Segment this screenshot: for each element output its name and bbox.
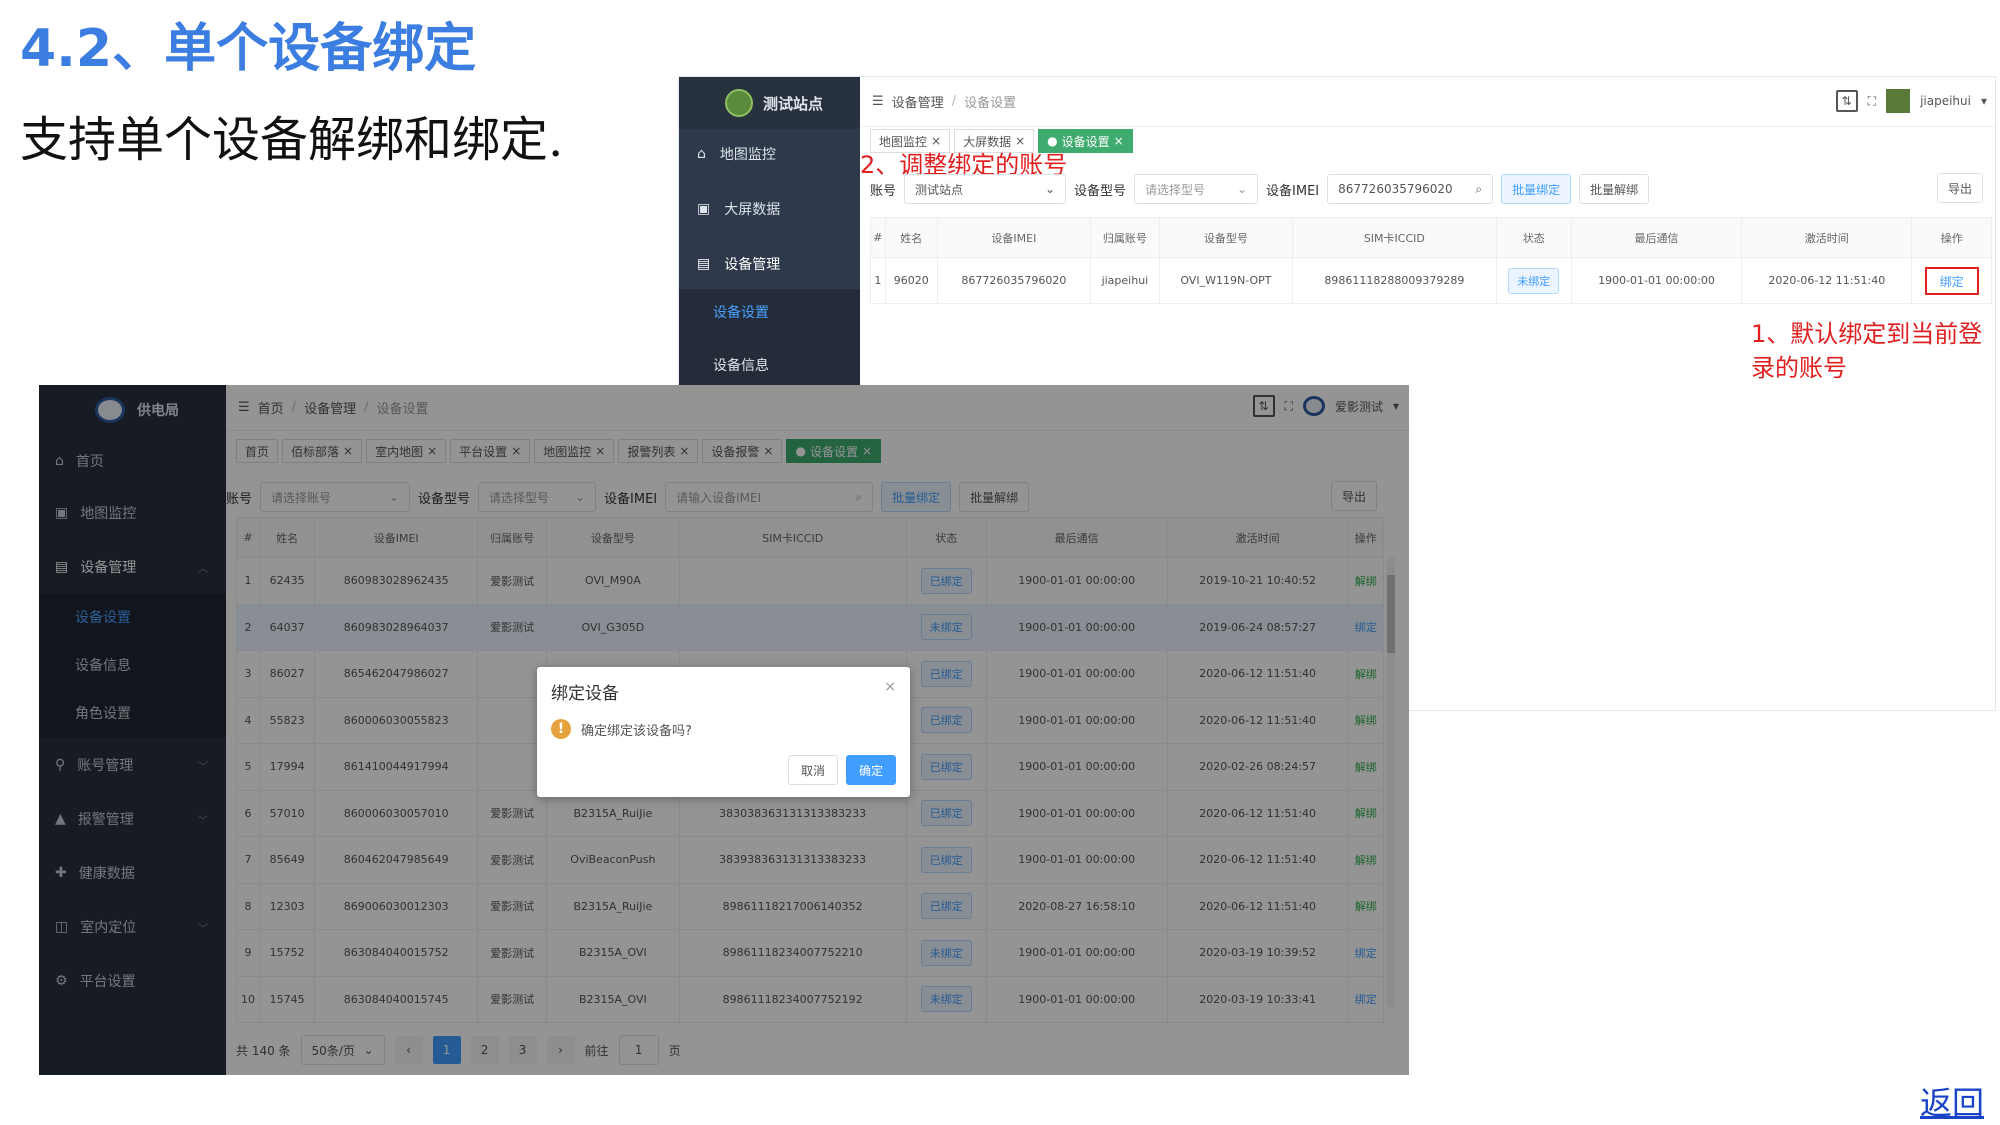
bind-button[interactable]: 绑定	[1924, 266, 1979, 295]
fullscreen-icon[interactable]: ⛶	[1868, 94, 1876, 109]
breadcrumb-separator: /	[951, 94, 957, 109]
breadcrumb-current: 设备设置	[964, 96, 1017, 111]
batch-bind-button[interactable]: 批量绑定	[1501, 174, 1572, 204]
logo-icon	[725, 89, 753, 117]
breadcrumb-item[interactable]: 设备管理	[892, 92, 944, 111]
account-select[interactable]: 测试站点 ⌄	[904, 174, 1067, 204]
dialog-title: 绑定设备	[551, 684, 619, 704]
confirm-button[interactable]: 确定	[845, 755, 896, 785]
device-icon: ▤	[697, 256, 711, 272]
annotation-default-bind: 1、默认绑定到当前登录的账号	[1751, 320, 1983, 382]
export-button[interactable]: 导出	[1937, 173, 1984, 203]
slide-title: 4.2、单个设备绑定	[20, 19, 477, 79]
close-icon[interactable]: ×	[884, 679, 896, 695]
close-icon[interactable]: ×	[1114, 134, 1124, 148]
menu-toggle-icon[interactable]: ☰	[872, 94, 884, 109]
device-table: # 姓名 设备IMEI 归属账号 设备型号 SIM卡ICCID 状态 最后通信 激活时间 操作 1…	[870, 217, 1992, 304]
filter-bar: 账号 测试站点 ⌄ 设备型号 请选择型号 ⌄ 设备IMEI 867726035796…	[870, 173, 1650, 205]
dialog-message: 确定绑定该设备吗?	[581, 723, 692, 739]
warning-icon: !	[551, 719, 571, 739]
menu-item-bigscreen[interactable]: ▣ 大屏数据	[679, 184, 860, 234]
table-header: # 姓名 设备IMEI 归属账号 设备型号 SIM卡ICCID 状态 最后通信 激活时间 操作	[870, 217, 1992, 258]
imei-label: 设备IMEI	[1266, 183, 1320, 199]
chart-icon: ▣	[697, 201, 711, 217]
search-icon: ⌕	[1475, 181, 1483, 196]
batch-unbind-button[interactable]: 批量解绑	[1579, 174, 1650, 204]
menu-item-device[interactable]: ▤ 设备管理	[679, 239, 860, 289]
account-label: 账号	[870, 183, 897, 199]
dialog-message-row: ! 确定绑定该设备吗?	[551, 719, 692, 739]
menu-label: 设备管理	[724, 257, 781, 273]
menu-label: 大屏数据	[724, 202, 781, 218]
chevron-down-icon[interactable]: ▾	[1981, 94, 1987, 108]
logo: 测试站点	[679, 77, 860, 129]
imei-input[interactable]: 867726035796020 ⌕	[1327, 174, 1494, 204]
back-link[interactable]: 返回	[1920, 1078, 1984, 1124]
menu-item-map[interactable]: ⌂ 地图监控	[679, 129, 860, 179]
avatar[interactable]	[1886, 89, 1911, 113]
dialog-buttons: 取消 确定	[787, 755, 896, 785]
logo-title: 测试站点	[763, 94, 824, 113]
menu-label: 地图监控	[719, 147, 776, 163]
user-area: ⇅ ⛶ jiapeihui ▾	[1835, 89, 1987, 113]
model-select[interactable]: 请选择型号 ⌄	[1134, 174, 1259, 204]
model-label: 设备型号	[1074, 183, 1127, 199]
top-bar: ☰ 设备管理 / 设备设置	[860, 77, 1995, 127]
username[interactable]: jiapeihui	[1920, 94, 1971, 108]
chevron-down-icon: ⌄	[1236, 182, 1248, 196]
table-row[interactable]: 1 96020 867726035796020 jiapeihui OVI_W119N-…	[870, 257, 1992, 304]
home-icon: ⌂	[697, 146, 706, 162]
submenu-device-settings[interactable]: 设备设置	[679, 289, 860, 335]
slide-subtitle: 支持单个设备解绑和绑定.	[20, 112, 564, 168]
layout-icon[interactable]: ⇅	[1835, 90, 1858, 112]
status-badge: 未绑定	[1508, 267, 1560, 294]
chevron-down-icon: ⌄	[1044, 182, 1056, 196]
bind-confirm-dialog: 绑定设备 × ! 确定绑定该设备吗? 取消 确定	[537, 667, 910, 797]
cancel-button[interactable]: 取消	[787, 755, 838, 785]
